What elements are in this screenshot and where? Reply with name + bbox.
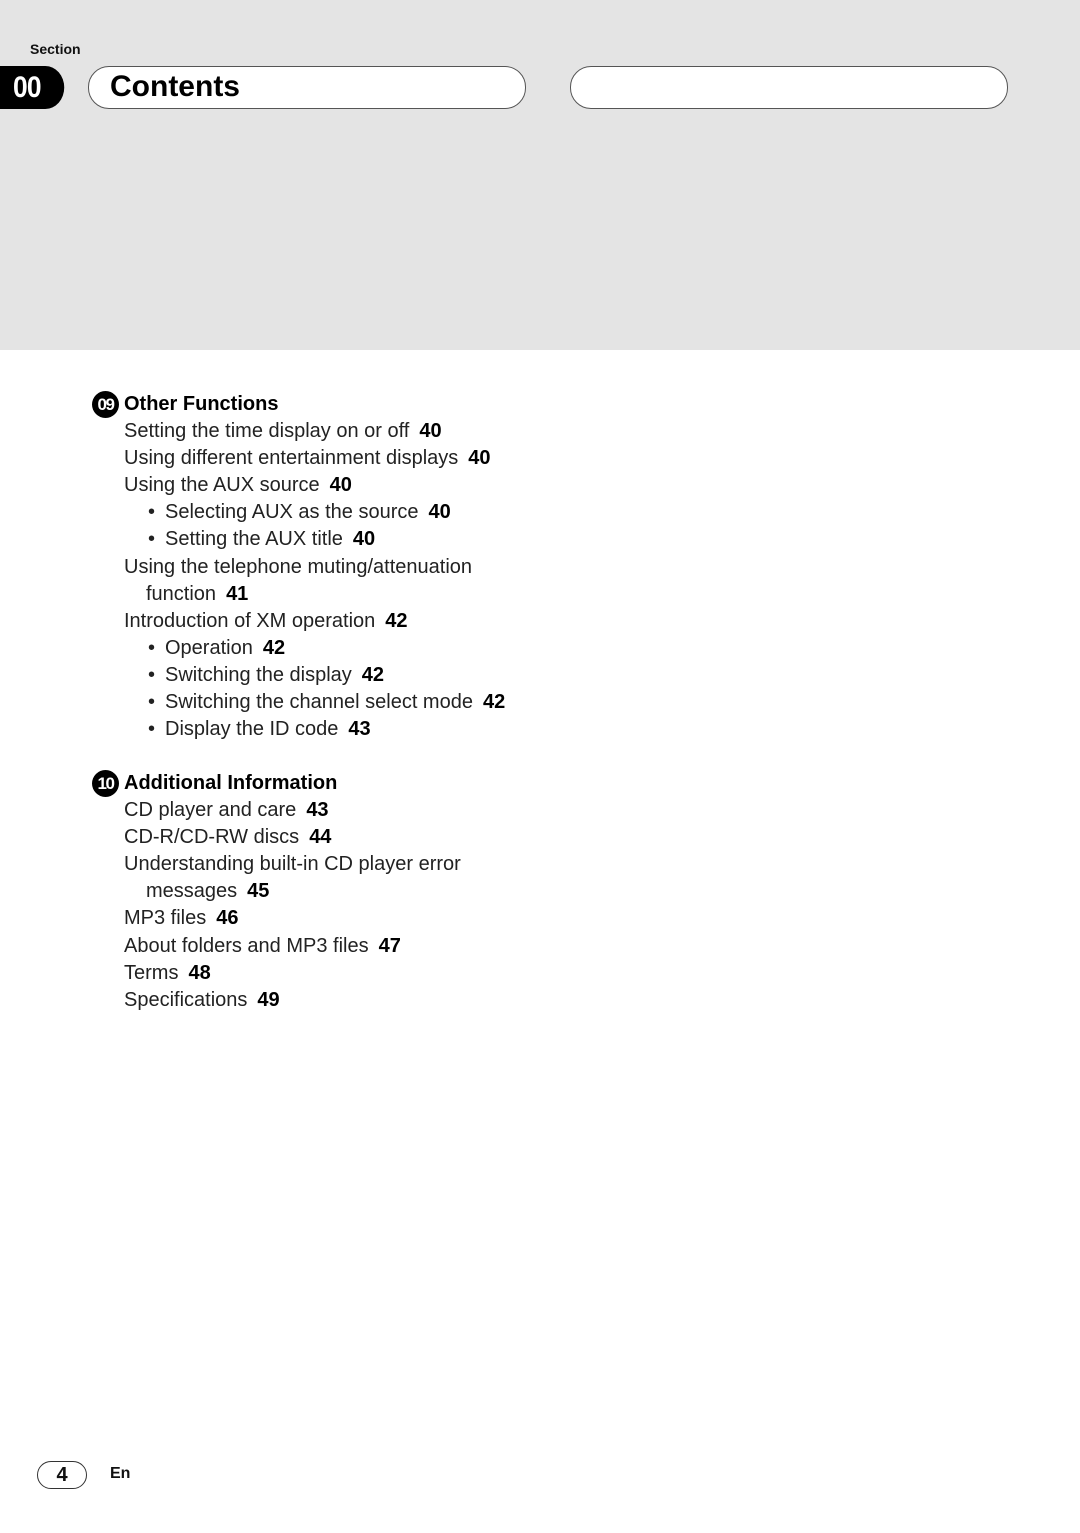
title-box: Contents (88, 66, 526, 109)
entry-page-number: 42 (262, 636, 286, 659)
toc-entry-continuation[interactable]: function 41 (146, 582, 248, 606)
toc-subentry[interactable]: • Switching the display 42 (148, 663, 384, 687)
entry-page-number: 43 (348, 718, 371, 741)
entry-text: CD player and care (124, 799, 297, 821)
page-title: Contents (110, 70, 240, 103)
entry-text: CD-R/CD-RW discs (124, 826, 300, 849)
entry-page-number: 46 (216, 907, 239, 930)
chapter-heading[interactable]: 10 Additional Information (92, 770, 337, 797)
entry-page-number: 40 (428, 501, 451, 524)
entry-text-continuation: messages (146, 880, 238, 903)
language-label: En (110, 1465, 131, 1482)
entry-page-number: 42 (361, 663, 385, 686)
entry-text: Introduction of XM operation (124, 609, 376, 632)
toc-subentry[interactable]: • Display the ID code 43 (148, 717, 371, 741)
toc-entry[interactable]: Understanding built-in CD player error (124, 852, 461, 876)
bullet-icon: • (148, 663, 156, 686)
entry-text: Switching the channel select mode (165, 691, 473, 713)
section-label: Section (30, 41, 81, 57)
entry-text: MP3 files (124, 907, 207, 930)
entry-text: Display the ID code (165, 718, 339, 741)
page-number: 4 (56, 1463, 68, 1486)
blank-header-box (570, 66, 1008, 109)
toc-entry[interactable]: Introduction of XM operation 42 (124, 609, 408, 633)
bullet-icon: • (148, 718, 156, 741)
toc-entry[interactable]: Specifications 49 (124, 988, 280, 1012)
entry-page-number: 42 (385, 609, 408, 632)
toc-subentry[interactable]: • Operation 42 (148, 636, 285, 660)
entry-page-number: 47 (378, 934, 401, 957)
entry-text: Using the telephone muting/attenuation (124, 555, 473, 578)
bullet-icon: • (148, 691, 156, 713)
toc-subentry[interactable]: • Selecting AUX as the source 40 (148, 500, 451, 524)
toc-entry[interactable]: CD-R/CD-RW discs 44 (124, 825, 331, 849)
toc-entry[interactable]: Using different entertainment displays 40 (124, 446, 491, 470)
entry-page-number: 40 (329, 474, 352, 497)
entry-page-number: 43 (306, 799, 329, 821)
entry-text-continuation: function (146, 582, 217, 605)
toc-entry[interactable]: Using the AUX source 40 (124, 473, 352, 497)
entry-text: About folders and MP3 files (124, 934, 369, 957)
bullet-icon: • (148, 528, 156, 551)
bullet-icon: • (148, 501, 156, 524)
entry-page-number: 41 (226, 582, 249, 605)
entry-text: Operation (165, 636, 253, 659)
chapter-title: Other Functions (124, 393, 279, 415)
toc-entry[interactable]: MP3 files 46 (124, 906, 239, 930)
entry-page-number: 40 (468, 447, 491, 470)
toc-entry[interactable]: About folders and MP3 files 47 (124, 934, 401, 958)
chapter-title: Additional Information (124, 772, 338, 794)
entry-page-number: 44 (309, 826, 332, 849)
toc-entry-continuation[interactable]: messages 45 (146, 879, 269, 903)
entry-text: Understanding built-in CD player error (124, 853, 461, 876)
entry-page-number: 40 (352, 528, 376, 551)
bullet-icon: • (148, 636, 156, 659)
toc-subentry[interactable]: • Setting the AUX title 40 (148, 527, 375, 551)
entry-text: Setting the time display on or off (124, 420, 410, 442)
chapter-heading[interactable]: 09 Other Functions (92, 391, 278, 418)
entry-text: Terms (124, 961, 179, 984)
chapter-number-icon: 09 (92, 391, 119, 418)
entry-text: Using the AUX source (124, 474, 320, 497)
section-number-tab: 00 (0, 66, 65, 109)
entry-text: Using different entertainment displays (124, 447, 459, 470)
entry-page-number: 49 (257, 988, 280, 1011)
header-band (0, 0, 1080, 350)
toc-entry[interactable]: Terms 48 (124, 961, 211, 985)
entry-page-number: 42 (482, 691, 506, 713)
entry-text: Setting the AUX title (165, 528, 343, 551)
entry-text: Specifications (124, 988, 248, 1011)
toc-subentry[interactable]: • Switching the channel select mode 42 (148, 690, 505, 714)
entry-text: Switching the display (165, 663, 352, 686)
page-number-badge: 4 (37, 1461, 87, 1489)
toc-entry[interactable]: CD player and care 43 (124, 798, 329, 822)
toc-entry[interactable]: Setting the time display on or off 40 (124, 419, 442, 443)
toc-entry[interactable]: Using the telephone muting/attenuation (124, 555, 472, 579)
entry-page-number: 48 (188, 961, 211, 984)
entry-text: Selecting AUX as the source (165, 501, 419, 524)
entry-page-number: 45 (247, 880, 270, 903)
entry-page-number: 40 (419, 420, 442, 442)
chapter-number-icon: 10 (92, 770, 119, 797)
